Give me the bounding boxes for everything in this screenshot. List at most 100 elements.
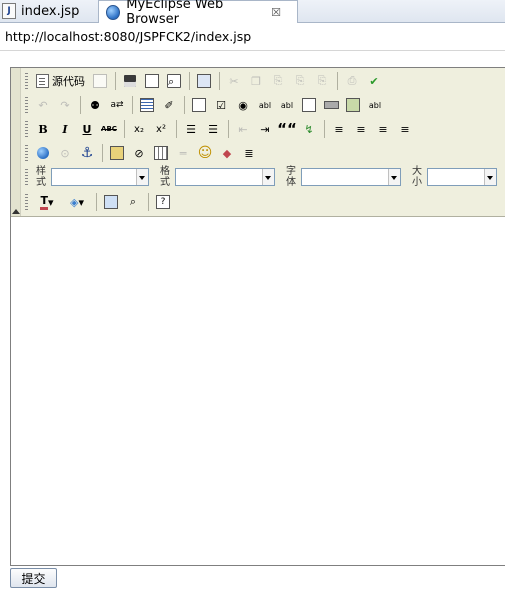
toolbar-row-2: ↶ ↷ ⚉ a⇄ ✐ ☑ ◉ abl abl abl [25, 94, 387, 116]
submit-button[interactable]: 提交 [10, 568, 57, 588]
paste-word-icon[interactable]: ⎘ [312, 71, 332, 91]
page-break-icon[interactable]: ≣ [239, 143, 259, 163]
smiley-icon[interactable]: ☺ [195, 143, 215, 163]
ordered-list-icon[interactable]: ☰ [181, 119, 201, 139]
italic-icon[interactable]: I [55, 119, 75, 139]
cut-icon[interactable]: ✂ [224, 71, 244, 91]
source-icon [36, 74, 49, 88]
toolbar-separator [184, 96, 185, 114]
font-label: 字体 [286, 166, 296, 188]
image-button-icon[interactable] [343, 95, 363, 115]
format-combo[interactable] [175, 168, 275, 186]
fckeditor: 源代码 ⌕ ✂ ❐ ⎘ ⎘ ⎘ ⎙ ✔ ↶ ↷ ⚉ a⇄ ✐ ☑ ◉ abl a… [10, 67, 505, 566]
radio-icon[interactable]: ◉ [233, 95, 253, 115]
paste-icon[interactable]: ⎘ [268, 71, 288, 91]
tab-index-jsp[interactable]: J index.jsp [0, 0, 96, 22]
blockquote-icon[interactable]: ““ [277, 119, 297, 139]
link-icon[interactable] [33, 143, 53, 163]
replace-icon[interactable]: a⇄ [107, 95, 127, 115]
subscript-icon[interactable]: x₂ [129, 119, 149, 139]
new-page-icon[interactable] [142, 71, 162, 91]
close-tab-icon[interactable]: ☒ [271, 6, 281, 19]
paste-text-icon[interactable]: ⎘ [290, 71, 310, 91]
indent-icon[interactable]: ⇥ [255, 119, 275, 139]
chevron-down-icon[interactable] [262, 169, 274, 185]
find-icon[interactable]: ⚉ [85, 95, 105, 115]
templates-icon[interactable] [194, 71, 214, 91]
save-icon[interactable] [120, 71, 140, 91]
toolbar-separator [96, 193, 97, 211]
unordered-list-icon[interactable]: ☰ [203, 119, 223, 139]
copy-icon[interactable]: ❐ [246, 71, 266, 91]
div-icon[interactable]: ↯ [299, 119, 319, 139]
table-icon[interactable] [151, 143, 171, 163]
print-preview-icon[interactable]: ⌕ [164, 71, 184, 91]
source-label: 源代码 [52, 75, 85, 88]
form-icon[interactable] [189, 95, 209, 115]
spellcheck-icon[interactable]: ✔ [364, 71, 384, 91]
toolbar-grip [25, 168, 28, 186]
bold-icon[interactable]: B [33, 119, 53, 139]
hidden-field-icon[interactable]: abl [365, 95, 385, 115]
toolbar-grip [25, 96, 28, 114]
select-all-icon[interactable] [137, 95, 157, 115]
toolbar-separator [124, 120, 125, 138]
maximize-icon[interactable] [101, 192, 121, 212]
anchor-icon[interactable]: ⚓ [77, 143, 97, 163]
flash-icon[interactable]: ⊘ [129, 143, 149, 163]
editor-toolbar: 源代码 ⌕ ✂ ❐ ⎘ ⎘ ⎘ ⎙ ✔ ↶ ↷ ⚉ a⇄ ✐ ☑ ◉ abl a… [11, 68, 505, 217]
tab-web-browser[interactable]: MyEclipse Web Browser ☒ [98, 0, 298, 27]
toolbar-separator [219, 72, 220, 90]
superscript-icon[interactable]: x² [151, 119, 171, 139]
size-combo[interactable] [427, 168, 497, 186]
chevron-down-icon[interactable] [136, 169, 148, 185]
toolbar-separator [189, 72, 190, 90]
toolbar-separator [80, 96, 81, 114]
undo-icon[interactable]: ↶ [33, 95, 53, 115]
align-right-icon[interactable]: ≡ [373, 119, 393, 139]
redo-icon[interactable]: ↷ [55, 95, 75, 115]
toolbar-row-3: B I U ABC x₂ x² ☰ ☰ ⇤ ⇥ ““ ↯ ≡ ≡ ≡ ≡ [25, 118, 417, 140]
justify-icon[interactable]: ≡ [395, 119, 415, 139]
chevron-down-icon[interactable] [388, 169, 400, 185]
source-button[interactable]: 源代码 [33, 71, 88, 91]
unlink-icon[interactable]: ⊙ [55, 143, 75, 163]
about-icon[interactable]: ? [153, 192, 173, 212]
size-label: 大小 [412, 166, 422, 188]
jsp-file-icon: J [2, 3, 16, 19]
font-combo[interactable] [301, 168, 401, 186]
toolbar-separator [102, 144, 103, 162]
button-field-icon[interactable] [321, 95, 341, 115]
toolbar-row-1: 源代码 ⌕ ✂ ❐ ⎘ ⎘ ⎘ ⎙ ✔ [25, 70, 386, 92]
text-color-icon[interactable]: T ▾ [33, 192, 61, 212]
address-bar[interactable]: http://localhost:8080/JSPFCK2/index.jsp [0, 23, 505, 51]
checkbox-icon[interactable]: ☑ [211, 95, 231, 115]
style-combo[interactable] [51, 168, 149, 186]
toolbar-separator [324, 120, 325, 138]
style-label: 样式 [36, 166, 46, 188]
remove-format-icon[interactable]: ✐ [159, 95, 179, 115]
toolbar-separator [115, 72, 116, 90]
image-icon[interactable] [107, 143, 127, 163]
toolbar-row-4: ⊙ ⚓ ⊘ ═ ☺ ◆ ≣ [25, 142, 261, 164]
align-left-icon[interactable]: ≡ [329, 119, 349, 139]
format-label: 格式 [160, 166, 170, 188]
chevron-down-icon[interactable] [484, 169, 496, 185]
show-blocks-icon[interactable]: ⌕ [123, 192, 143, 212]
strikethrough-icon[interactable]: ABC [99, 119, 119, 139]
preview-doc-icon[interactable] [90, 71, 110, 91]
toolbar-collapse-button[interactable] [11, 68, 21, 216]
toolbar-grip [25, 72, 28, 90]
url-text[interactable]: http://localhost:8080/JSPFCK2/index.jsp [5, 29, 251, 44]
special-char-icon[interactable]: ◆ [217, 143, 237, 163]
editor-content-area[interactable] [11, 217, 505, 565]
background-color-icon[interactable]: ◈ ▾ [63, 192, 91, 212]
align-center-icon[interactable]: ≡ [351, 119, 371, 139]
select-field-icon[interactable] [299, 95, 319, 115]
text-field-icon[interactable]: abl [255, 95, 275, 115]
textarea-icon[interactable]: abl [277, 95, 297, 115]
horizontal-rule-icon[interactable]: ═ [173, 143, 193, 163]
underline-icon[interactable]: U [77, 119, 97, 139]
outdent-icon[interactable]: ⇤ [233, 119, 253, 139]
print-icon[interactable]: ⎙ [342, 71, 362, 91]
